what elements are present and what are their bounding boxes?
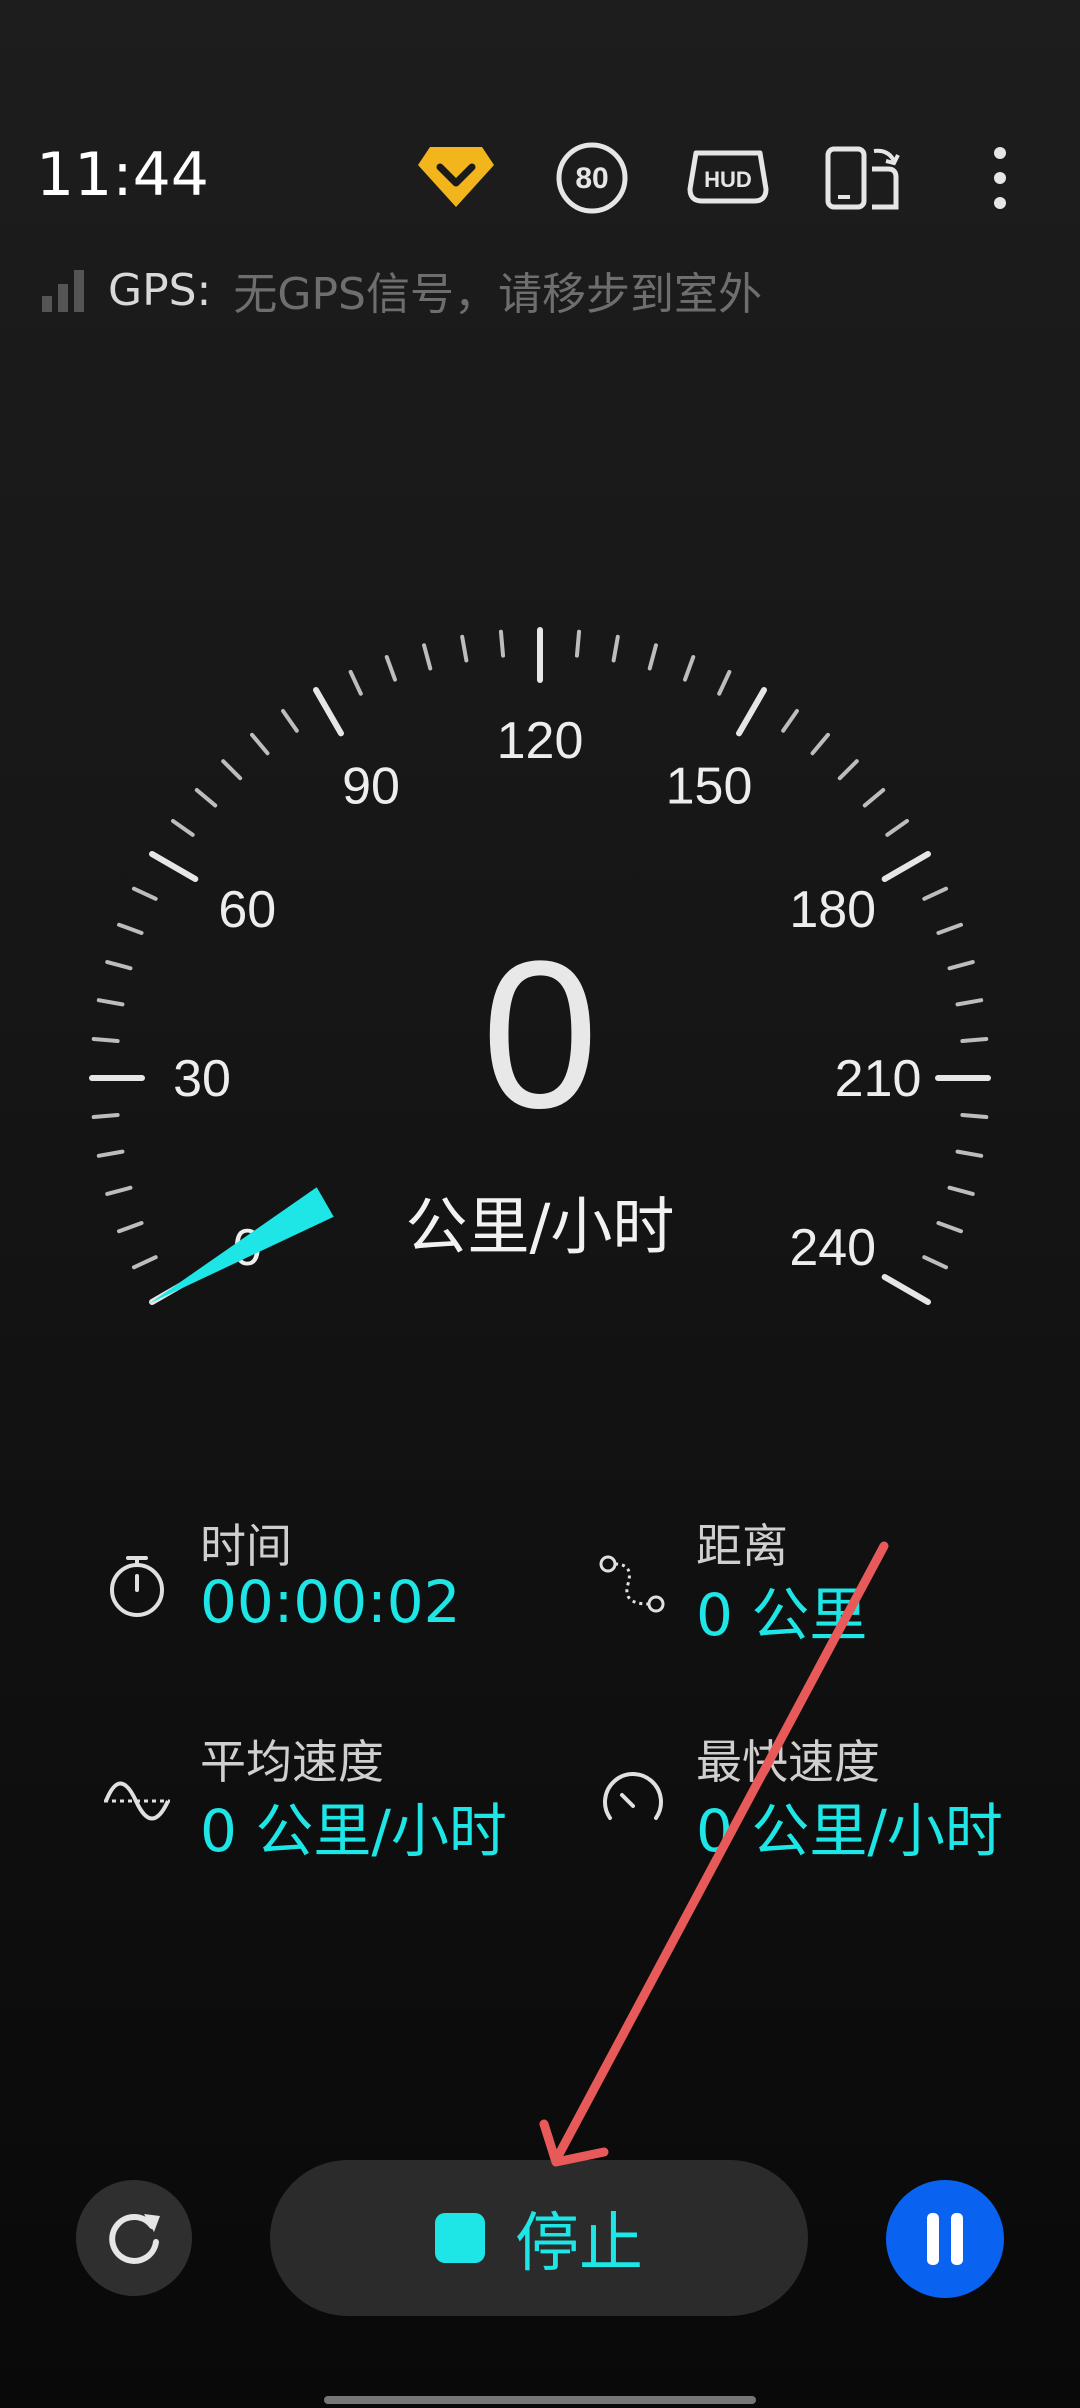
stat-time-value: 00:00:02 xyxy=(200,1568,461,1636)
stop-label: 停止 xyxy=(515,2207,643,2281)
minor-tick xyxy=(96,1149,125,1158)
speed-value: 0 xyxy=(481,917,599,1152)
stat-distance-value: 0 公里 xyxy=(696,1581,868,1649)
minor-tick xyxy=(885,819,909,837)
speed-limit-value: 80 xyxy=(575,162,608,195)
stat-time: 时间 00:00:02 xyxy=(102,1510,562,1650)
stat-max-speed: 最快速度 0 公里/小时 xyxy=(598,1726,1058,1866)
scale-label-150: 150 xyxy=(666,757,753,815)
minor-tick xyxy=(781,709,799,733)
gauge-icon xyxy=(603,1772,663,1820)
minor-tick xyxy=(922,886,949,901)
scale-label-90: 90 xyxy=(342,757,400,815)
minor-tick xyxy=(717,669,732,696)
premium-badge-icon[interactable] xyxy=(416,138,496,218)
more-vert-icon[interactable] xyxy=(960,138,1040,218)
gps-status: GPS: 无GPS信号，请移步到室外 xyxy=(40,262,762,320)
minor-tick xyxy=(131,886,158,901)
home-indicator[interactable] xyxy=(324,2396,756,2404)
major-tick xyxy=(149,851,199,882)
minor-tick xyxy=(862,788,886,808)
stop-button[interactable]: 停止 xyxy=(270,2160,808,2316)
hud-label: HUD xyxy=(704,167,752,192)
minor-tick xyxy=(647,643,658,671)
minor-tick xyxy=(281,709,299,733)
gps-label: GPS: xyxy=(108,264,212,316)
minor-tick xyxy=(250,732,270,756)
stat-max-speed-value: 0 公里/小时 xyxy=(696,1797,1003,1865)
minor-tick xyxy=(460,634,469,663)
pause-button[interactable] xyxy=(886,2180,1004,2298)
stat-time-label: 时间 xyxy=(200,1519,292,1573)
minor-tick xyxy=(498,629,506,658)
speed-unit: 公里/小时 xyxy=(405,1190,675,1263)
minor-tick xyxy=(194,788,218,808)
major-tick xyxy=(313,687,344,737)
minor-tick xyxy=(955,1149,984,1158)
stat-avg-speed: 平均速度 0 公里/小时 xyxy=(102,1726,562,1866)
minor-tick xyxy=(810,732,830,756)
stop-icon xyxy=(435,2213,485,2263)
minor-tick xyxy=(422,643,433,671)
pause-icon xyxy=(927,2213,963,2265)
major-tick xyxy=(881,851,931,882)
screen-rotate-icon[interactable] xyxy=(822,138,906,218)
stat-distance-label: 距离 xyxy=(696,1519,788,1573)
route-icon xyxy=(599,1555,665,1613)
sine-wave-icon xyxy=(104,1781,170,1821)
signal-bars-icon xyxy=(42,270,84,312)
stat-avg-speed-label: 平均速度 xyxy=(200,1735,384,1789)
stopwatch-icon xyxy=(110,1556,164,1617)
stat-max-speed-label: 最快速度 xyxy=(696,1735,880,1789)
speed-limit-icon[interactable]: 80 xyxy=(552,138,632,218)
minor-tick xyxy=(171,819,195,837)
major-tick xyxy=(881,1274,931,1305)
minor-tick xyxy=(348,669,363,696)
reset-button[interactable] xyxy=(76,2180,192,2296)
minor-tick xyxy=(574,629,582,658)
minor-tick xyxy=(683,655,696,682)
minor-tick xyxy=(611,634,620,663)
major-tick xyxy=(736,687,767,737)
gps-message: 无GPS信号，请移步到室外 xyxy=(233,269,762,320)
stat-avg-speed-value: 0 公里/小时 xyxy=(200,1797,507,1865)
clock-time: 11:44 xyxy=(36,140,209,210)
minor-tick xyxy=(837,759,859,781)
stat-distance: 距离 0 公里 xyxy=(598,1510,1058,1650)
refresh-icon xyxy=(109,2214,160,2264)
minor-tick xyxy=(384,655,397,682)
minor-tick xyxy=(221,759,243,781)
hud-icon[interactable]: HUD xyxy=(686,138,770,218)
scale-label-120: 120 xyxy=(497,712,584,770)
